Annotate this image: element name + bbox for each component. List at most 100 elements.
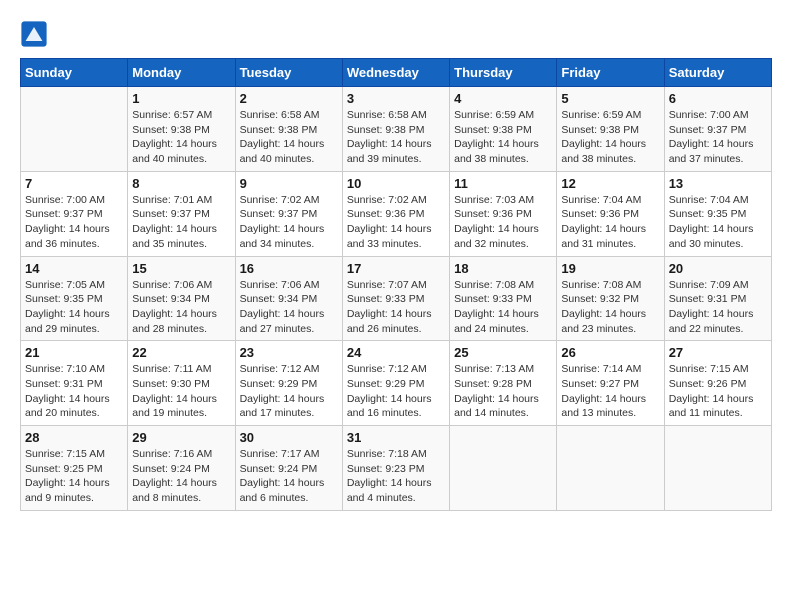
header-cell-tuesday: Tuesday	[235, 59, 342, 87]
day-info: Sunrise: 6:58 AM Sunset: 9:38 PM Dayligh…	[347, 108, 445, 167]
calendar-cell: 15Sunrise: 7:06 AM Sunset: 9:34 PM Dayli…	[128, 256, 235, 341]
day-info: Sunrise: 7:04 AM Sunset: 9:35 PM Dayligh…	[669, 193, 767, 252]
header-cell-friday: Friday	[557, 59, 664, 87]
day-number: 6	[669, 91, 767, 106]
calendar-cell: 29Sunrise: 7:16 AM Sunset: 9:24 PM Dayli…	[128, 426, 235, 511]
day-number: 7	[25, 176, 123, 191]
week-row-4: 21 Sunrise: 7:10 AM Sunset: 9:31 PM Dayli…	[21, 341, 772, 426]
day-number: 18	[454, 261, 552, 276]
day-number: 2	[240, 91, 338, 106]
day-number: 3	[347, 91, 445, 106]
day-info: Sunrise: 7:02 AM Sunset: 9:36 PM Dayligh…	[347, 193, 445, 252]
day-info: Sunrise: 7:14 AM Sunset: 9:27 PM Dayligh…	[561, 362, 659, 421]
calendar-table: SundayMondayTuesdayWednesdayThursdayFrid…	[20, 58, 772, 511]
day-number: 20	[669, 261, 767, 276]
calendar-cell: 22 Sunrise: 7:11 AM Sunset: 9:30 PM Dayli…	[128, 341, 235, 426]
calendar-cell	[21, 87, 128, 172]
calendar-cell: 10 Sunrise: 7:02 AM Sunset: 9:36 PM Dayli…	[342, 171, 449, 256]
day-info: Sunrise: 7:17 AM Sunset: 9:24 PM Dayligh…	[240, 447, 338, 506]
calendar-cell: 24Sunrise: 7:12 AM Sunset: 9:29 PM Dayli…	[342, 341, 449, 426]
calendar-cell: 23 Sunrise: 7:12 AM Sunset: 9:29 PM Dayli…	[235, 341, 342, 426]
day-info: Sunrise: 7:15 AM Sunset: 9:26 PM Dayligh…	[669, 362, 767, 421]
day-number: 22	[132, 345, 230, 360]
day-number: 19	[561, 261, 659, 276]
week-row-3: 14Sunrise: 7:05 AM Sunset: 9:35 PM Dayli…	[21, 256, 772, 341]
calendar-cell: 7 Sunrise: 7:00 AM Sunset: 9:37 PM Daylig…	[21, 171, 128, 256]
day-info: Sunrise: 7:01 AM Sunset: 9:37 PM Dayligh…	[132, 193, 230, 252]
day-number: 4	[454, 91, 552, 106]
calendar-cell: 3 Sunrise: 6:58 AM Sunset: 9:38 PM Daylig…	[342, 87, 449, 172]
calendar-cell: 11 Sunrise: 7:03 AM Sunset: 9:36 PM Dayli…	[450, 171, 557, 256]
calendar-cell: 30 Sunrise: 7:17 AM Sunset: 9:24 PM Dayli…	[235, 426, 342, 511]
day-info: Sunrise: 7:12 AM Sunset: 9:29 PM Dayligh…	[240, 362, 338, 421]
day-info: Sunrise: 7:11 AM Sunset: 9:30 PM Dayligh…	[132, 362, 230, 421]
day-info: Sunrise: 7:06 AM Sunset: 9:34 PM Dayligh…	[240, 278, 338, 337]
day-info: Sunrise: 7:03 AM Sunset: 9:36 PM Dayligh…	[454, 193, 552, 252]
day-info: Sunrise: 6:57 AM Sunset: 9:38 PM Dayligh…	[132, 108, 230, 167]
calendar-cell: 18 Sunrise: 7:08 AM Sunset: 9:33 PM Dayli…	[450, 256, 557, 341]
day-number: 15	[132, 261, 230, 276]
day-number: 8	[132, 176, 230, 191]
calendar-cell	[557, 426, 664, 511]
header-cell-wednesday: Wednesday	[342, 59, 449, 87]
day-number: 13	[669, 176, 767, 191]
day-number: 12	[561, 176, 659, 191]
week-row-5: 28 Sunrise: 7:15 AM Sunset: 9:25 PM Dayli…	[21, 426, 772, 511]
calendar-cell: 13 Sunrise: 7:04 AM Sunset: 9:35 PM Dayli…	[664, 171, 771, 256]
calendar-cell: 19Sunrise: 7:08 AM Sunset: 9:32 PM Dayli…	[557, 256, 664, 341]
calendar-cell: 31 Sunrise: 7:18 AM Sunset: 9:23 PM Dayli…	[342, 426, 449, 511]
day-info: Sunrise: 7:15 AM Sunset: 9:25 PM Dayligh…	[25, 447, 123, 506]
day-number: 5	[561, 91, 659, 106]
day-info: Sunrise: 7:02 AM Sunset: 9:37 PM Dayligh…	[240, 193, 338, 252]
day-number: 27	[669, 345, 767, 360]
header-cell-saturday: Saturday	[664, 59, 771, 87]
calendar-cell: 9 Sunrise: 7:02 AM Sunset: 9:37 PM Daylig…	[235, 171, 342, 256]
calendar-cell: 28 Sunrise: 7:15 AM Sunset: 9:25 PM Dayli…	[21, 426, 128, 511]
day-number: 25	[454, 345, 552, 360]
week-row-2: 7 Sunrise: 7:00 AM Sunset: 9:37 PM Daylig…	[21, 171, 772, 256]
calendar-cell: 25 Sunrise: 7:13 AM Sunset: 9:28 PM Dayli…	[450, 341, 557, 426]
calendar-cell: 21 Sunrise: 7:10 AM Sunset: 9:31 PM Dayli…	[21, 341, 128, 426]
header-row: SundayMondayTuesdayWednesdayThursdayFrid…	[21, 59, 772, 87]
calendar-cell: 5 Sunrise: 6:59 AM Sunset: 9:38 PM Daylig…	[557, 87, 664, 172]
logo	[20, 20, 52, 48]
calendar-cell: 4 Sunrise: 6:59 AM Sunset: 9:38 PM Daylig…	[450, 87, 557, 172]
calendar-cell: 16 Sunrise: 7:06 AM Sunset: 9:34 PM Dayli…	[235, 256, 342, 341]
calendar-cell: 8 Sunrise: 7:01 AM Sunset: 9:37 PM Daylig…	[128, 171, 235, 256]
day-number: 26	[561, 345, 659, 360]
day-info: Sunrise: 7:08 AM Sunset: 9:33 PM Dayligh…	[454, 278, 552, 337]
day-number: 17	[347, 261, 445, 276]
day-number: 10	[347, 176, 445, 191]
calendar-cell	[450, 426, 557, 511]
page-header	[20, 20, 772, 48]
day-number: 31	[347, 430, 445, 445]
day-number: 21	[25, 345, 123, 360]
day-number: 23	[240, 345, 338, 360]
calendar-cell: 6Sunrise: 7:00 AM Sunset: 9:37 PM Daylig…	[664, 87, 771, 172]
day-number: 29	[132, 430, 230, 445]
calendar-cell: 27 Sunrise: 7:15 AM Sunset: 9:26 PM Dayli…	[664, 341, 771, 426]
day-info: Sunrise: 7:00 AM Sunset: 9:37 PM Dayligh…	[25, 193, 123, 252]
day-number: 1	[132, 91, 230, 106]
day-info: Sunrise: 7:09 AM Sunset: 9:31 PM Dayligh…	[669, 278, 767, 337]
day-info: Sunrise: 7:18 AM Sunset: 9:23 PM Dayligh…	[347, 447, 445, 506]
day-info: Sunrise: 6:58 AM Sunset: 9:38 PM Dayligh…	[240, 108, 338, 167]
day-info: Sunrise: 6:59 AM Sunset: 9:38 PM Dayligh…	[454, 108, 552, 167]
day-info: Sunrise: 7:13 AM Sunset: 9:28 PM Dayligh…	[454, 362, 552, 421]
day-number: 16	[240, 261, 338, 276]
day-number: 30	[240, 430, 338, 445]
calendar-cell: 12 Sunrise: 7:04 AM Sunset: 9:36 PM Dayli…	[557, 171, 664, 256]
calendar-cell: 1 Sunrise: 6:57 AM Sunset: 9:38 PM Daylig…	[128, 87, 235, 172]
day-info: Sunrise: 7:12 AM Sunset: 9:29 PM Dayligh…	[347, 362, 445, 421]
day-number: 9	[240, 176, 338, 191]
calendar-cell	[664, 426, 771, 511]
day-number: 11	[454, 176, 552, 191]
day-number: 28	[25, 430, 123, 445]
header-cell-monday: Monday	[128, 59, 235, 87]
day-info: Sunrise: 7:10 AM Sunset: 9:31 PM Dayligh…	[25, 362, 123, 421]
header-cell-sunday: Sunday	[21, 59, 128, 87]
day-info: Sunrise: 6:59 AM Sunset: 9:38 PM Dayligh…	[561, 108, 659, 167]
day-info: Sunrise: 7:07 AM Sunset: 9:33 PM Dayligh…	[347, 278, 445, 337]
day-info: Sunrise: 7:04 AM Sunset: 9:36 PM Dayligh…	[561, 193, 659, 252]
week-row-1: 1 Sunrise: 6:57 AM Sunset: 9:38 PM Daylig…	[21, 87, 772, 172]
